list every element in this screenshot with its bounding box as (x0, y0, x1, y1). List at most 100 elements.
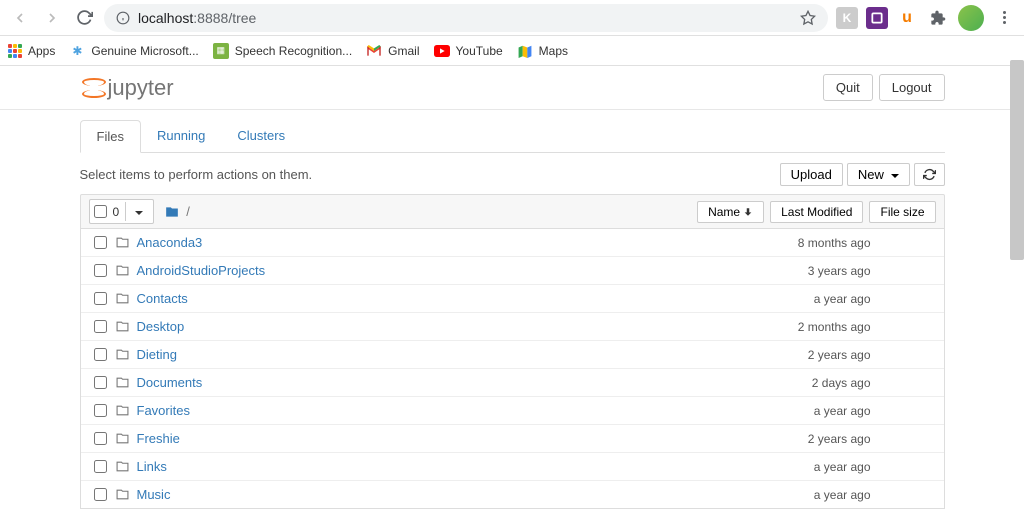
folder-icon (113, 292, 133, 305)
select-dropdown-button[interactable] (125, 202, 149, 221)
bookmark-item[interactable]: Maps (517, 43, 568, 59)
file-row: AndroidStudioProjects 3 years ago (81, 257, 944, 285)
folder-icon (113, 236, 133, 249)
folder-icon (113, 348, 133, 361)
file-checkbox[interactable] (94, 348, 107, 361)
file-checkbox[interactable] (94, 404, 107, 417)
gmail-icon (366, 43, 382, 59)
file-list: Anaconda3 8 months ago AndroidStudioProj… (80, 229, 945, 509)
file-row: Links a year ago (81, 453, 944, 481)
maps-icon (517, 43, 533, 59)
jupyter-logo-icon (80, 76, 104, 100)
apps-icon (8, 44, 22, 58)
file-name-link[interactable]: Music (133, 487, 751, 502)
browser-toolbar: localhost:8888/tree K u (0, 0, 1024, 36)
file-name-link[interactable]: Documents (133, 375, 751, 390)
select-all-checkbox[interactable] (94, 205, 107, 218)
scrollbar-thumb[interactable] (1010, 60, 1024, 260)
extension-icon[interactable]: u (896, 7, 918, 29)
file-modified: a year ago (751, 460, 871, 474)
jupyter-header: jupyter Quit Logout (80, 66, 945, 109)
file-row: Music a year ago (81, 481, 944, 508)
new-button[interactable]: New (847, 163, 910, 186)
upload-button[interactable]: Upload (780, 163, 843, 186)
sort-size-button[interactable]: File size (869, 201, 935, 223)
file-checkbox[interactable] (94, 320, 107, 333)
caret-down-icon (891, 174, 899, 178)
url-text: localhost:8888/tree (138, 10, 792, 26)
jupyter-logo-text: jupyter (108, 75, 174, 101)
breadcrumb-root: / (186, 204, 190, 219)
tab-running[interactable]: Running (141, 120, 221, 152)
file-row: Freshie 2 years ago (81, 425, 944, 453)
bookmark-item[interactable]: ▦ Speech Recognition... (213, 43, 352, 59)
quit-button[interactable]: Quit (823, 74, 873, 101)
bookmark-label: Gmail (388, 44, 419, 58)
file-name-link[interactable]: Dieting (133, 347, 751, 362)
folder-icon (113, 432, 133, 445)
file-checkbox[interactable] (94, 264, 107, 277)
file-name-link[interactable]: Anaconda3 (133, 235, 751, 250)
refresh-button[interactable] (914, 163, 945, 186)
file-name-link[interactable]: AndroidStudioProjects (133, 263, 751, 278)
forward-button[interactable] (40, 6, 64, 30)
reload-button[interactable] (72, 6, 96, 30)
bookmarks-bar: Apps ✱ Genuine Microsoft... ▦ Speech Rec… (0, 36, 1024, 66)
file-name-link[interactable]: Desktop (133, 319, 751, 334)
select-count: 0 (111, 205, 122, 219)
bookmark-apps[interactable]: Apps (8, 44, 55, 58)
file-modified: 2 years ago (751, 432, 871, 446)
sort-name-button[interactable]: Name (697, 201, 764, 223)
bookmark-label: Maps (539, 44, 568, 58)
bookmark-item[interactable]: Gmail (366, 43, 419, 59)
file-list-header: 0 / Name Last Modified File size (80, 194, 945, 229)
extensions-icon[interactable] (926, 6, 950, 30)
file-checkbox[interactable] (94, 376, 107, 389)
jupyter-logo[interactable]: jupyter (80, 75, 174, 101)
toolbar-hint: Select items to perform actions on them. (80, 167, 313, 182)
folder-icon (113, 376, 133, 389)
file-checkbox[interactable] (94, 292, 107, 305)
select-all-control[interactable]: 0 (89, 199, 155, 224)
folder-icon[interactable] (164, 205, 180, 219)
extension-icon[interactable] (866, 7, 888, 29)
file-name-link[interactable]: Freshie (133, 431, 751, 446)
browser-menu-icon[interactable] (992, 11, 1016, 24)
folder-icon (113, 320, 133, 333)
logout-button[interactable]: Logout (879, 74, 945, 101)
file-modified: a year ago (751, 404, 871, 418)
bookmark-item[interactable]: YouTube (434, 43, 503, 59)
address-bar[interactable]: localhost:8888/tree (104, 4, 828, 32)
tab-clusters[interactable]: Clusters (221, 120, 301, 152)
youtube-icon (434, 43, 450, 59)
file-checkbox[interactable] (94, 236, 107, 249)
extension-icon[interactable]: K (836, 7, 858, 29)
file-modified: a year ago (751, 292, 871, 306)
bookmark-label: Genuine Microsoft... (91, 44, 198, 58)
file-checkbox[interactable] (94, 460, 107, 473)
bookmark-item[interactable]: ✱ Genuine Microsoft... (69, 43, 198, 59)
file-row: Favorites a year ago (81, 397, 944, 425)
tabs: Files Running Clusters (80, 120, 945, 153)
file-modified: 2 days ago (751, 376, 871, 390)
back-button[interactable] (8, 6, 32, 30)
bookmark-star-icon[interactable] (800, 10, 816, 26)
file-name-link[interactable]: Contacts (133, 291, 751, 306)
site-icon: ▦ (213, 43, 229, 59)
sort-modified-button[interactable]: Last Modified (770, 201, 863, 223)
profile-avatar[interactable] (958, 5, 984, 31)
file-name-link[interactable]: Links (133, 459, 751, 474)
toolbar: Select items to perform actions on them.… (80, 153, 945, 194)
file-checkbox[interactable] (94, 432, 107, 445)
file-modified: 2 years ago (751, 348, 871, 362)
arrow-down-icon (743, 207, 753, 217)
file-modified: 2 months ago (751, 320, 871, 334)
file-name-link[interactable]: Favorites (133, 403, 751, 418)
file-modified: 3 years ago (751, 264, 871, 278)
file-row: Anaconda3 8 months ago (81, 229, 944, 257)
file-row: Dieting 2 years ago (81, 341, 944, 369)
file-checkbox[interactable] (94, 488, 107, 501)
file-row: Desktop 2 months ago (81, 313, 944, 341)
file-row: Documents 2 days ago (81, 369, 944, 397)
tab-files[interactable]: Files (80, 120, 141, 153)
